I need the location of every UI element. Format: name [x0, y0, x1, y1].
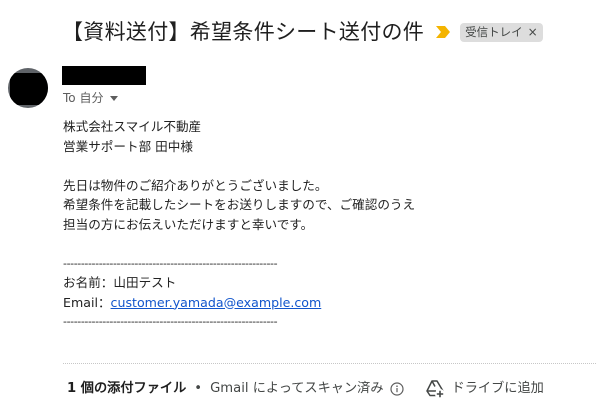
- attachment-count: 1 個の添付ファイル: [67, 381, 187, 396]
- attachment-divider: [63, 363, 596, 364]
- info-icon[interactable]: [389, 382, 404, 396]
- body-line: 担当の方にお伝えいただけますと幸いです。: [63, 216, 314, 232]
- remove-label-icon[interactable]: ×: [528, 24, 538, 40]
- email-label: Email：: [63, 294, 111, 310]
- email-subject: 【資料送付】希望条件シート送付の件: [62, 20, 425, 44]
- recipient-label: To 自分: [63, 91, 104, 105]
- separator-bullet: •: [194, 381, 203, 396]
- email-link[interactable]: customer.yamada@example.com: [111, 295, 322, 310]
- body-line: [63, 234, 415, 254]
- drive-add-icon: [425, 380, 445, 399]
- sender-name-redacted: [62, 66, 146, 85]
- separator-line: ----------------------------------------…: [63, 315, 278, 328]
- add-to-drive-button[interactable]: ドライブに追加: [424, 378, 544, 400]
- separator-line: ----------------------------------------…: [63, 256, 278, 270]
- body-line: 先日は物件のご紹介ありがとうございました。: [63, 177, 328, 193]
- add-to-drive-label: ドライブに追加: [451, 381, 544, 396]
- chevron-down-icon: [110, 96, 119, 101]
- scan-status: Gmail によってスキャン済み: [210, 381, 384, 396]
- subject-row: 【資料送付】希望条件シート送付の件 受信トレイ ×: [62, 16, 543, 48]
- importance-marker-icon[interactable]: [436, 26, 451, 38]
- body-line: 営業サポート部 田中様: [63, 138, 193, 154]
- body-line: お名前：山田テスト: [63, 275, 177, 290]
- body-line: 希望条件を記載したシートをお送りしますので、ご確認のうえ: [63, 197, 416, 212]
- email-line: Email：customer.yamada@example.com: [63, 293, 415, 313]
- inbox-label-chip: 受信トレイ ×: [460, 22, 543, 42]
- avatar-redaction: [10, 73, 48, 105]
- body-line: [63, 156, 415, 176]
- sender-avatar[interactable]: [8, 68, 48, 108]
- body-line: 株式会社スマイル不動産: [63, 119, 202, 134]
- recipient-details-toggle[interactable]: To 自分: [63, 90, 119, 106]
- attachment-bar: 1 個の添付ファイル • Gmail によってスキャン済み ドライブに追加: [67, 378, 544, 400]
- inbox-label-text: 受信トレイ: [465, 24, 523, 39]
- email-body: 株式会社スマイル不動産 営業サポート部 田中様 先日は物件のご紹介ありがとうござ…: [63, 117, 415, 332]
